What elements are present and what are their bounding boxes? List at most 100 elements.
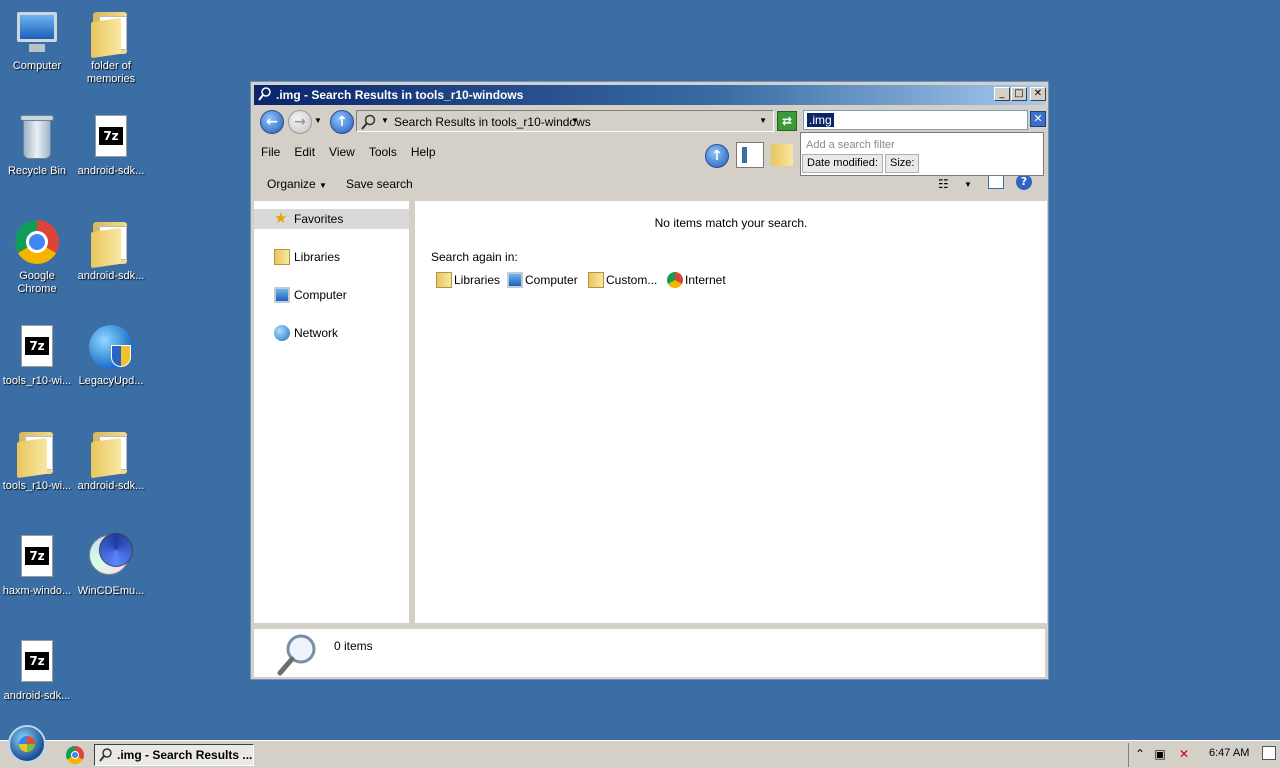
forward-button[interactable]: → bbox=[288, 110, 312, 134]
desktop-icon-folder-of-memories[interactable]: folder of memories bbox=[74, 8, 148, 86]
computer-icon bbox=[13, 8, 61, 56]
desktop-icon-tools-folder[interactable]: tools_r10-wi... bbox=[0, 428, 74, 493]
desktop-icon-label: Recycle Bin bbox=[7, 165, 67, 177]
filter-size[interactable]: Size: bbox=[885, 154, 920, 173]
chrome-taskbar-icon[interactable] bbox=[66, 746, 84, 764]
network-tray-icon[interactable]: ▣ bbox=[1153, 747, 1167, 761]
desktop-icon-android-sdk-folder[interactable]: android-sdk... bbox=[74, 218, 148, 283]
desktop-icon-computer[interactable]: Computer bbox=[0, 8, 74, 73]
desktop-icon-tools-archive[interactable]: 7z tools_r10-wi... bbox=[0, 323, 74, 388]
desktop-icon-wincdemu[interactable]: WinCDEmu... bbox=[74, 533, 148, 598]
desktop-icon-android-sdk-folder-2[interactable]: android-sdk... bbox=[74, 428, 148, 493]
recycle-bin-icon bbox=[13, 113, 61, 161]
close-button[interactable]: ✕ bbox=[1030, 87, 1046, 101]
nav-item-libraries[interactable]: Libraries bbox=[254, 247, 409, 267]
title-bar[interactable]: .img - Search Results in tools_r10-windo… bbox=[254, 85, 1046, 105]
nav-label: Libraries bbox=[294, 250, 341, 264]
chevron-down-icon: ▼ bbox=[319, 181, 327, 190]
star-icon: ★ bbox=[274, 210, 288, 227]
help-icon[interactable]: ? bbox=[1016, 174, 1032, 190]
search-filter-dropdown: Add a search filter Date modified: Size: bbox=[800, 132, 1044, 176]
desktop-icon-google-chrome[interactable]: Google Chrome bbox=[0, 218, 74, 296]
chrome-icon bbox=[667, 272, 683, 288]
search-filter-hint: Add a search filter bbox=[806, 139, 895, 151]
taskbar: .img - Search Results ... bbox=[0, 725, 1280, 768]
details-pane-button[interactable] bbox=[988, 175, 1004, 189]
volume-muted-icon[interactable]: ✕ bbox=[1177, 747, 1191, 761]
recent-pages-dropdown[interactable]: ▼ bbox=[314, 116, 322, 125]
filter-date-modified[interactable]: Date modified: bbox=[802, 154, 883, 173]
preview-pane-button[interactable] bbox=[736, 142, 764, 168]
folder-icon bbox=[13, 428, 61, 479]
libraries-icon bbox=[274, 249, 290, 265]
navigation-bar: ← → ▼ ↑ ▼ Search Results in tools_r10-wi… bbox=[254, 108, 1046, 134]
details-pane: 0 items bbox=[254, 627, 1045, 677]
desktop-icon-legacyupdate[interactable]: LegacyUpd... bbox=[74, 323, 148, 388]
desktop-icon-recycle-bin[interactable]: Recycle Bin bbox=[0, 113, 74, 178]
7z-archive-icon: 7z bbox=[87, 113, 135, 161]
results-pane: No items match your search. Search again… bbox=[415, 201, 1047, 623]
desktop-icon-label: haxm-windo... bbox=[2, 585, 72, 597]
7z-archive-icon: 7z bbox=[13, 638, 61, 686]
system-tray bbox=[1128, 743, 1280, 767]
menu-edit[interactable]: Edit bbox=[287, 142, 322, 162]
view-options-dropdown[interactable]: ▼ bbox=[964, 180, 972, 189]
navigation-pane: ★ Favorites Libraries Computer Network bbox=[254, 201, 412, 623]
search-input[interactable]: .img bbox=[803, 110, 1028, 130]
search-icon bbox=[361, 114, 376, 130]
nav-item-computer[interactable]: Computer bbox=[254, 285, 409, 305]
clear-search-button[interactable]: ✕ bbox=[1030, 111, 1046, 127]
folder-icon bbox=[87, 8, 135, 59]
computer-icon bbox=[274, 287, 290, 303]
address-bar[interactable]: ▼ Search Results in tools_r10-windows ▼ … bbox=[356, 110, 774, 132]
no-results-message: No items match your search. bbox=[654, 216, 808, 230]
search-again-item-label: Computer bbox=[525, 273, 578, 287]
up-folder-button[interactable]: ↑ bbox=[705, 144, 729, 168]
nav-item-favorites[interactable]: ★ Favorites bbox=[254, 209, 409, 229]
start-button[interactable] bbox=[8, 725, 46, 763]
back-button[interactable]: ← bbox=[260, 110, 284, 134]
network-icon bbox=[274, 325, 290, 341]
folder-icon bbox=[87, 218, 135, 269]
desktop-icon-label: tools_r10-wi... bbox=[2, 375, 72, 387]
taskbar-window-button[interactable]: .img - Search Results ... bbox=[94, 744, 254, 766]
search-query: .img bbox=[807, 113, 834, 127]
desktop-icon-android-sdk-archive[interactable]: 7z android-sdk... bbox=[74, 113, 148, 178]
minimize-button[interactable]: _ bbox=[994, 87, 1010, 101]
desktop-icon-label: LegacyUpd... bbox=[78, 375, 144, 387]
menu-help[interactable]: Help bbox=[404, 142, 443, 162]
up-button[interactable]: ↑ bbox=[330, 110, 354, 134]
search-icon bbox=[99, 748, 112, 762]
nav-label: Network bbox=[294, 326, 339, 340]
desktop-icon-android-sdk-archive-2[interactable]: 7z android-sdk... bbox=[0, 638, 74, 703]
desktop-icon-label: folder of memories bbox=[86, 60, 136, 85]
breadcrumb-dropdown-icon[interactable]: ▼ bbox=[571, 116, 579, 125]
show-hidden-icons-button[interactable]: ⌃ bbox=[1133, 747, 1147, 761]
show-desktop-button[interactable] bbox=[1262, 746, 1276, 760]
desktop-icon-haxm-archive[interactable]: 7z haxm-windo... bbox=[0, 533, 74, 598]
address-history-dropdown[interactable]: ▼ bbox=[759, 116, 767, 125]
search-again-item-label: Libraries bbox=[454, 273, 501, 287]
menu-tools[interactable]: Tools bbox=[362, 142, 404, 162]
organize-button[interactable]: Organize ▼ bbox=[267, 177, 327, 191]
menu-view[interactable]: View bbox=[322, 142, 362, 162]
desktop-icon-label: android-sdk... bbox=[77, 165, 145, 177]
search-again-label: Search again in: bbox=[431, 250, 518, 264]
clock[interactable]: 6:47 AM bbox=[1209, 747, 1249, 759]
folder-icon bbox=[588, 272, 604, 288]
search-again-item-label: Custom... bbox=[606, 273, 658, 287]
desktop-icon-label: tools_r10-wi... bbox=[2, 480, 72, 492]
save-search-button[interactable]: Save search bbox=[346, 177, 413, 191]
menu-file[interactable]: File bbox=[254, 142, 287, 162]
desktop-icon-label: Google Chrome bbox=[17, 270, 57, 295]
window-title: .img - Search Results in tools_r10-windo… bbox=[276, 88, 524, 102]
chevron-right-icon[interactable]: ▼ bbox=[381, 116, 389, 125]
refresh-button[interactable]: ⇄ bbox=[777, 111, 797, 131]
desktop-icon-label: android-sdk... bbox=[77, 480, 145, 492]
libraries-icon bbox=[436, 272, 452, 288]
maximize-button[interactable]: □ bbox=[1011, 87, 1027, 101]
menu-bar: File Edit View Tools Help bbox=[254, 142, 734, 164]
folder-options-icon[interactable] bbox=[771, 144, 793, 166]
change-view-button[interactable]: ☷ bbox=[938, 177, 949, 191]
nav-item-network[interactable]: Network bbox=[254, 323, 409, 343]
